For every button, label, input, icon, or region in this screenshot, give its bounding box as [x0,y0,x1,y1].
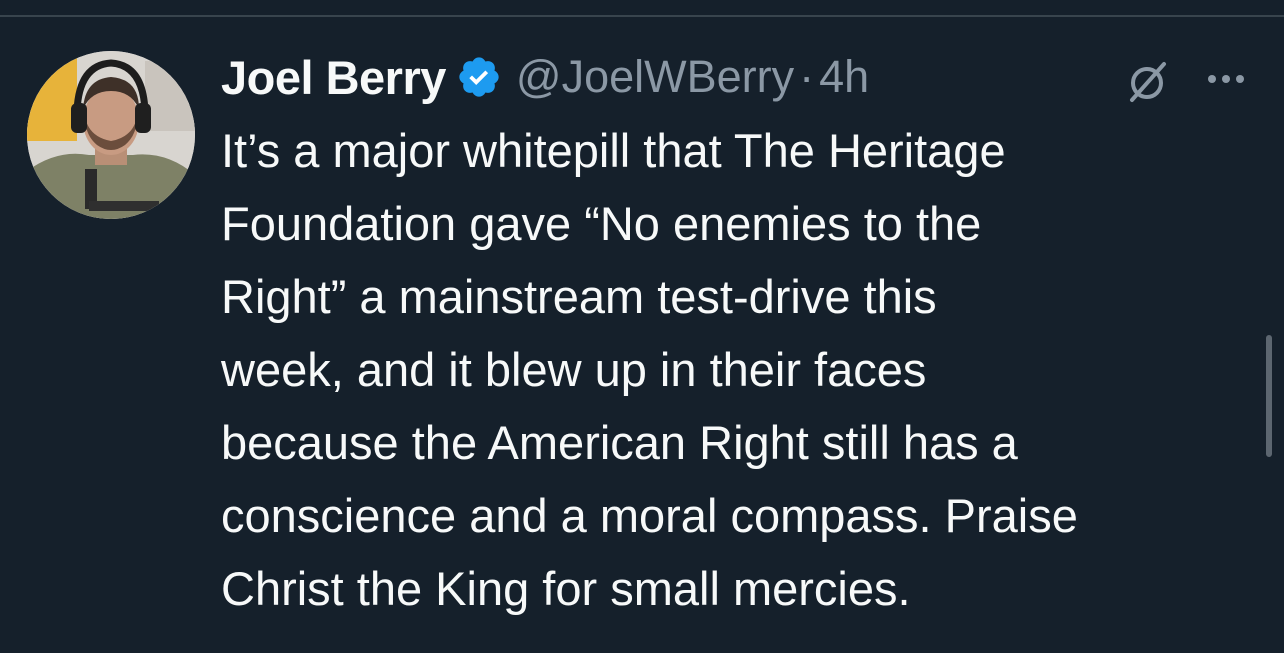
author-name[interactable]: Joel Berry [221,50,446,105]
tweet-time[interactable]: 4h [819,51,869,103]
tweet-text-line: week, and it blew up in their faces [221,343,927,396]
tweet[interactable]: Joel Berry @JoelWBerry · 4h It’s a major… [221,48,1261,625]
tweet-text-line: because the American Right still has a [221,416,1018,469]
avatar-photo [27,51,195,219]
tweet-text-line: Foundation gave “No enemies to the [221,197,982,250]
separator-dot: · [799,51,815,102]
avatar[interactable] [27,51,195,219]
tweet-text: It’s a major whitepill that The Heritage… [221,114,1271,625]
tweet-text-line: conscience and a moral compass. Praise [221,489,1078,542]
tweet-header: Joel Berry @JoelWBerry · 4h [221,48,1261,106]
grok-icon[interactable] [1126,60,1170,104]
tweet-text-line: It’s a major whitepill that The Heritage [221,124,1006,177]
more-options-icon[interactable] [1206,72,1246,86]
verified-badge-icon [456,54,502,100]
scrollbar[interactable] [1266,335,1272,457]
author-handle[interactable]: @JoelWBerry [516,51,794,103]
tweet-text-line: Right” a mainstream test-drive this [221,270,937,323]
top-divider [0,15,1284,17]
tweet-page: Joel Berry @JoelWBerry · 4h It’s a major… [0,0,1284,653]
tweet-text-line: Christ the King for small mercies. [221,562,911,615]
